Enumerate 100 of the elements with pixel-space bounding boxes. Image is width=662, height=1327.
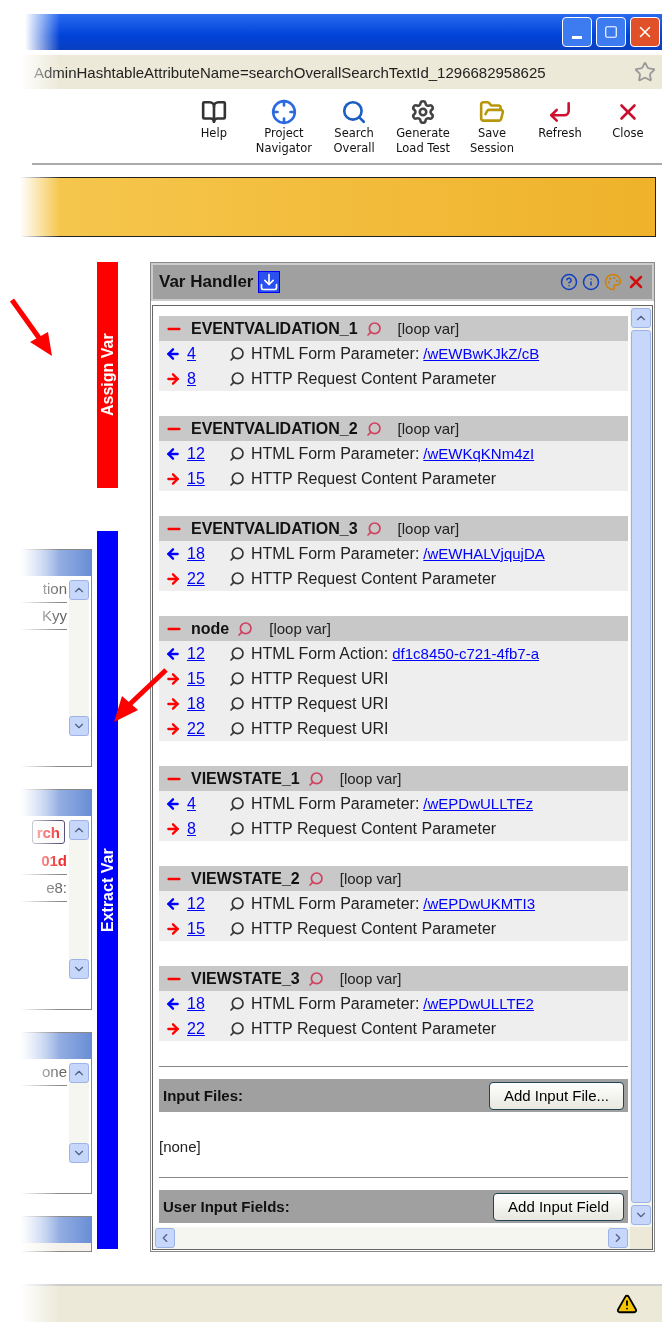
- toolbar-button[interactable]: Refresh: [532, 99, 588, 140]
- magnifier-icon: [307, 870, 324, 887]
- line-link[interactable]: 15: [187, 669, 229, 688]
- line-link[interactable]: 15: [187, 919, 229, 938]
- section-title: Input Files:: [163, 1087, 243, 1104]
- scrollbar[interactable]: [69, 1062, 89, 1164]
- toolbar-button[interactable]: Save Session: [464, 99, 520, 155]
- value-link[interactable]: /wEWKqKNm4zI: [423, 445, 535, 462]
- variable-tag: [loop var]: [339, 770, 402, 787]
- minimize-button[interactable]: [562, 17, 592, 47]
- line-link[interactable]: 22: [187, 719, 229, 738]
- side-tab[interactable]: Extract Var: [97, 531, 118, 1249]
- maximize-button[interactable]: [596, 17, 626, 47]
- value-link[interactable]: /wEWHALVjqujDA: [423, 545, 545, 562]
- arrow-left-icon: [165, 795, 181, 812]
- line-link[interactable]: 4: [187, 794, 229, 813]
- scroll-up-button[interactable]: [69, 580, 89, 600]
- scrollbar-corner: [630, 1227, 652, 1249]
- line-link[interactable]: 12: [187, 644, 229, 663]
- scrollbar[interactable]: [69, 820, 89, 979]
- toolbar-button[interactable]: Project Navigator: [253, 99, 315, 155]
- usage-label: HTTP Request URI: [251, 669, 389, 688]
- toolbar-button[interactable]: Search Overall: [326, 99, 383, 155]
- usage-label: HTML Form Parameter:: [251, 894, 420, 913]
- scroll-up-button[interactable]: [631, 308, 651, 328]
- usage-label: HTML Form Parameter:: [251, 444, 420, 463]
- partial-text: e8:: [1, 875, 67, 903]
- usage-label: HTML Form Action:: [251, 644, 389, 663]
- magnifier-icon: [365, 520, 382, 537]
- magnifier-icon: [229, 470, 245, 487]
- usage-label: HTTP Request Content Parameter: [251, 1019, 497, 1038]
- scroll-down-button[interactable]: [69, 1143, 89, 1164]
- line-link[interactable]: 15: [187, 469, 229, 488]
- side-tab[interactable]: Assign Var: [97, 262, 118, 488]
- download-icon[interactable]: [257, 271, 280, 293]
- magnifier-icon: [229, 545, 245, 562]
- line-link[interactable]: 18: [187, 994, 229, 1013]
- help-icon[interactable]: [560, 273, 578, 291]
- scrollbar[interactable]: [69, 580, 89, 737]
- usage-label: HTTP Request Content Parameter: [251, 569, 497, 588]
- magnifier-icon: [229, 570, 245, 587]
- line-link[interactable]: 18: [187, 544, 229, 563]
- scroll-up-button[interactable]: [69, 820, 89, 841]
- arrow-right-icon: [165, 670, 181, 687]
- line-link[interactable]: 12: [187, 444, 229, 463]
- toolbar-button[interactable]: Generate Load Test: [394, 99, 452, 155]
- scroll-up-button[interactable]: [69, 1062, 89, 1083]
- value-link[interactable]: /wEPDwULLTE2: [423, 995, 534, 1012]
- arrow-right-icon: [165, 920, 181, 937]
- arrow-left-icon: [165, 645, 181, 662]
- usage-label: HTTP Request Content Parameter: [251, 469, 497, 488]
- variable-name: EVENTVALIDATION_2: [191, 419, 358, 438]
- variable-tag: [loop var]: [269, 620, 331, 637]
- warning-icon[interactable]: [616, 1293, 638, 1315]
- info-icon[interactable]: [582, 273, 600, 291]
- scroll-left-button[interactable]: [155, 1228, 175, 1248]
- variable-name: EVENTVALIDATION_1: [191, 319, 358, 338]
- arrow-left-icon: [165, 545, 181, 562]
- magnifier-icon: [365, 420, 382, 437]
- variable-tag: [loop var]: [397, 520, 460, 537]
- usage-label: HTTP Request Content Parameter: [251, 369, 497, 388]
- scroll-down-button[interactable]: [69, 958, 89, 979]
- horizontal-scrollbar[interactable]: [153, 1227, 630, 1249]
- line-link[interactable]: 4: [187, 344, 229, 363]
- partial-text: tion: [1, 576, 67, 603]
- search-icon: [341, 99, 368, 125]
- bookmark-star-icon[interactable]: [634, 61, 656, 83]
- variable-tag: [loop var]: [339, 970, 402, 987]
- usage-label: HTTP Request Content Parameter: [251, 919, 497, 938]
- maximize-icon: [604, 25, 618, 39]
- value-link[interactable]: /wEWBwKJkZ/cB: [423, 345, 540, 362]
- section-title: User Input Fields:: [163, 1198, 290, 1215]
- partial-text: Kyy: [1, 603, 67, 630]
- scroll-down-button[interactable]: [69, 716, 89, 737]
- toolbar-button[interactable]: Close: [600, 99, 656, 140]
- add-input-field-button[interactable]: Add Input Field: [493, 1192, 624, 1221]
- line-link[interactable]: 8: [187, 819, 229, 838]
- value-link[interactable]: /wEPDwUKMTI3: [423, 895, 535, 912]
- add-input-file-button[interactable]: Add Input File...: [488, 1081, 624, 1110]
- line-link[interactable]: 18: [187, 694, 229, 713]
- toolbar-button[interactable]: Help: [185, 99, 242, 140]
- line-link[interactable]: 22: [187, 569, 229, 588]
- usage-label: HTML Form Parameter:: [251, 544, 420, 563]
- arrow-left-icon: [165, 895, 181, 912]
- scroll-right-button[interactable]: [608, 1228, 628, 1248]
- line-link[interactable]: 12: [187, 894, 229, 913]
- close-button[interactable]: [630, 17, 660, 47]
- value-link[interactable]: /wEPDwULLTEz: [423, 795, 534, 812]
- scroll-down-button[interactable]: [631, 1205, 651, 1225]
- crosshair-icon: [270, 99, 297, 125]
- line-link[interactable]: 22: [187, 1019, 229, 1038]
- variable-tag: [loop var]: [397, 320, 460, 337]
- usage-label: HTTP Request Content Parameter: [251, 819, 497, 838]
- magnifier-icon: [229, 920, 245, 937]
- variable-name: VIEWSTATE_2: [191, 869, 300, 888]
- value-link[interactable]: df1c8450-c721-4fb7-a: [392, 645, 539, 662]
- magnifier-icon: [307, 970, 324, 987]
- magnifier-icon: [229, 1020, 245, 1037]
- line-link[interactable]: 8: [187, 369, 229, 388]
- variable-tag: [loop var]: [339, 870, 402, 887]
